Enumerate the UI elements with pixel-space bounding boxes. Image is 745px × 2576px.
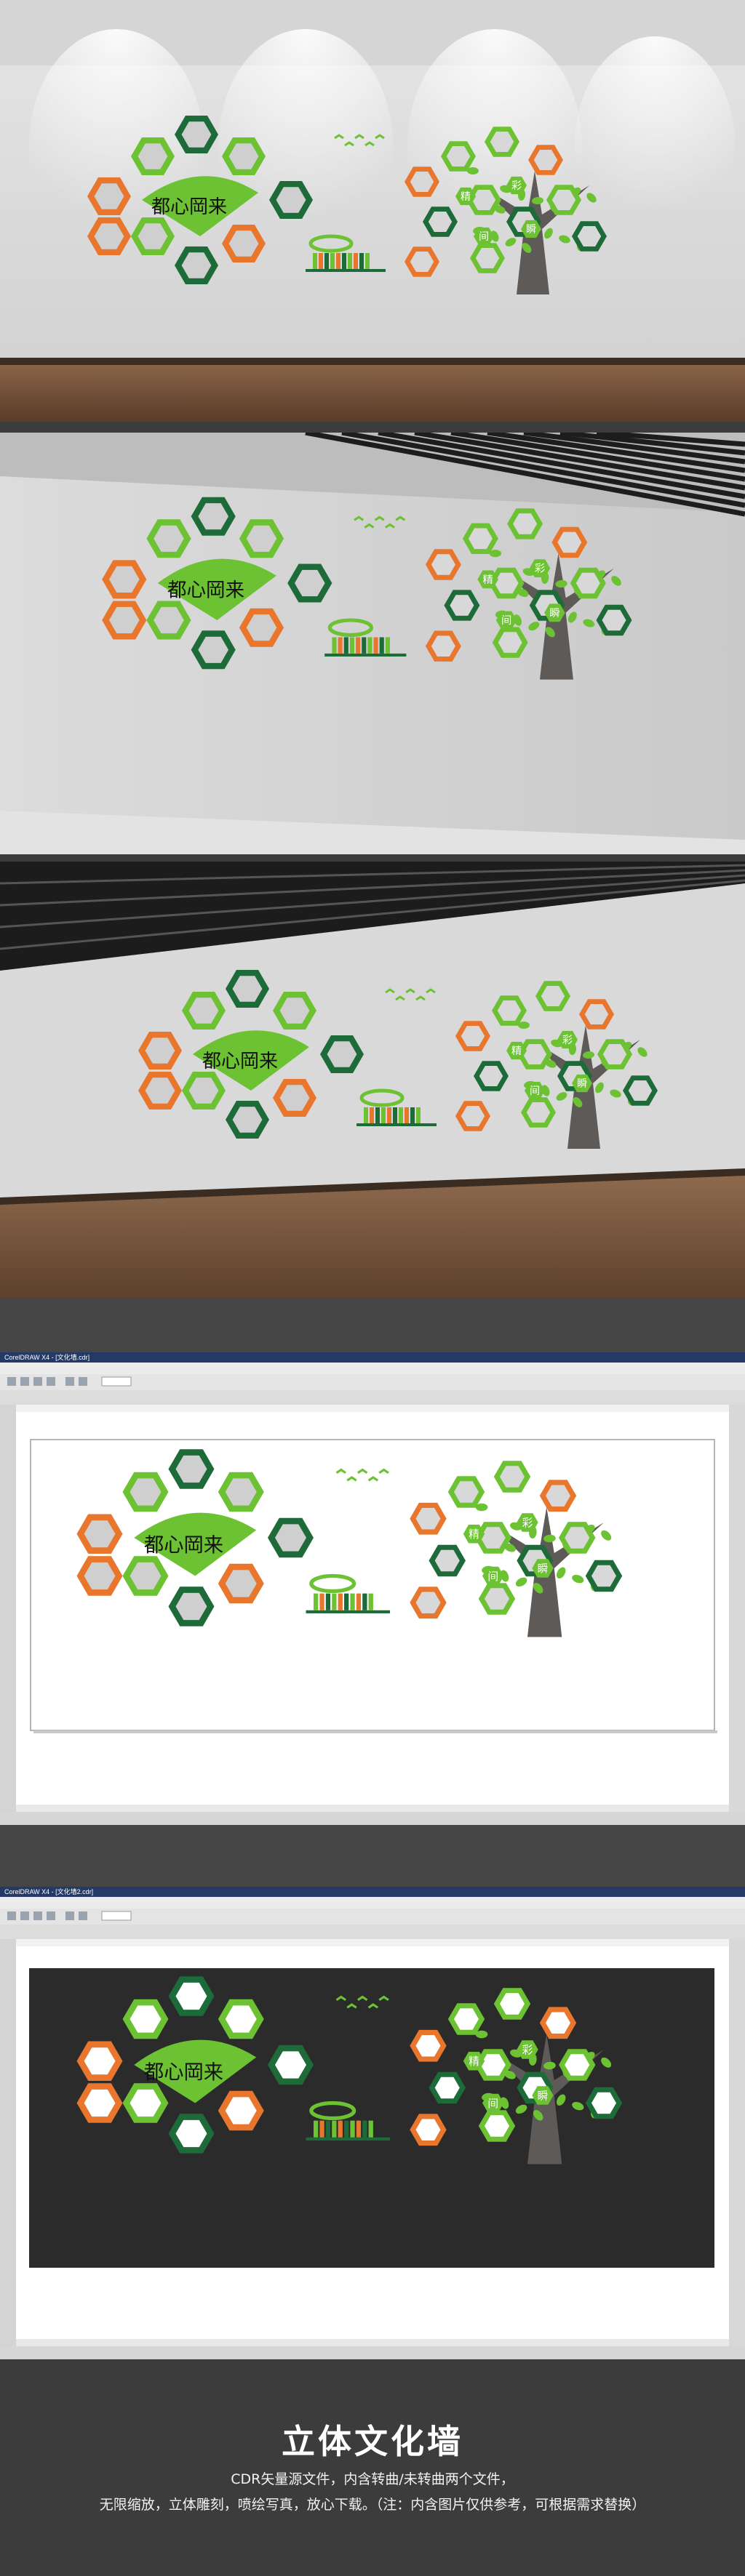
footer-description-line-1: CDR矢量源文件，内含转曲/未转曲两个文件， — [231, 2471, 514, 2487]
color-palette[interactable] — [729, 1405, 745, 1812]
tree-character: 精 — [511, 1046, 522, 1057]
render-angled-canvas: 都心岡来 精 彩瞬间 — [0, 433, 745, 854]
tree-character: 瞬 — [538, 1562, 549, 1575]
tree-character: 彩 — [511, 180, 522, 192]
tree-character: 彩 — [562, 1035, 573, 1046]
tree-character: 间 — [501, 614, 511, 627]
render-front: 都心岡来 精 彩瞬间 — [0, 0, 745, 422]
software-window-light-canvas: CorelDRAW X4 - [文化墙.cdr] 都心岡来 精 彩瞬间 — [0, 1352, 745, 1825]
software-window-dark: CorelDRAW X4 - [文化墙2.cdr] 都心岡来 精 彩瞬间 — [0, 1887, 745, 2359]
tree-character: 精 — [469, 1528, 479, 1541]
tree-character: 精 — [482, 574, 493, 586]
calligraphy-text: 都心岡来 — [144, 1534, 223, 1557]
calligraphy-text: 都心岡来 — [202, 1051, 278, 1072]
software-window-dark-canvas: CorelDRAW X4 - [文化墙2.cdr] 都心岡来 精 彩瞬间 — [0, 1887, 745, 2359]
render-wide-canvas: 都心岡来 精 彩瞬间 — [0, 862, 745, 1298]
separator — [0, 1298, 745, 1352]
tree-character: 彩 — [535, 563, 545, 575]
footer-description-line-2: 无限缩放，立体雕刻，喷绘写真，放心下载。（注：内含图片仅供参考，可根据需求替换） — [99, 2497, 646, 2513]
footer-title: 立体文化墙 — [282, 2422, 463, 2461]
calligraphy-text: 都心岡来 — [151, 196, 227, 218]
tree-character: 间 — [487, 2098, 498, 2110]
render-wide: 都心岡来 精 彩瞬间 — [0, 862, 745, 1298]
toolbox[interactable] — [0, 1405, 16, 1812]
tree-character: 间 — [487, 1570, 498, 1583]
render-angled: 都心岡来 精 彩瞬间 — [0, 433, 745, 854]
tree-character: 间 — [530, 1086, 540, 1097]
status-bar — [0, 2346, 745, 2359]
tree-character: 精 — [469, 2055, 479, 2068]
render-front-canvas: 都心岡来 精 彩瞬间 — [0, 0, 745, 422]
tree-character: 精 — [461, 191, 471, 203]
toolbar-icons[interactable] — [7, 1376, 132, 1387]
tree-character: 瞬 — [538, 2090, 549, 2102]
tree-character: 瞬 — [577, 1078, 587, 1090]
tree-character: 间 — [479, 231, 489, 243]
window-title: CorelDRAW X4 - [文化墙.cdr] — [4, 1353, 89, 1361]
calligraphy-text: 都心岡来 — [144, 2061, 223, 2084]
color-palette[interactable] — [729, 1939, 745, 2346]
tree-character: 彩 — [522, 2044, 533, 2056]
toolbar-icons[interactable] — [7, 1911, 132, 1921]
software-window-light: CorelDRAW X4 - [文化墙.cdr] 都心岡来 精 彩瞬间 — [0, 1352, 745, 1825]
tree-character: 彩 — [522, 1517, 533, 1529]
separator — [0, 1825, 745, 1887]
calligraphy-text: 都心岡来 — [167, 579, 244, 601]
tree-character: 瞬 — [526, 224, 536, 236]
separator — [0, 2359, 745, 2396]
status-bar — [0, 1812, 745, 1825]
window-title: CorelDRAW X4 - [文化墙2.cdr] — [4, 1887, 93, 1895]
tree-character: 瞬 — [549, 607, 559, 619]
toolbox[interactable] — [0, 1939, 16, 2346]
